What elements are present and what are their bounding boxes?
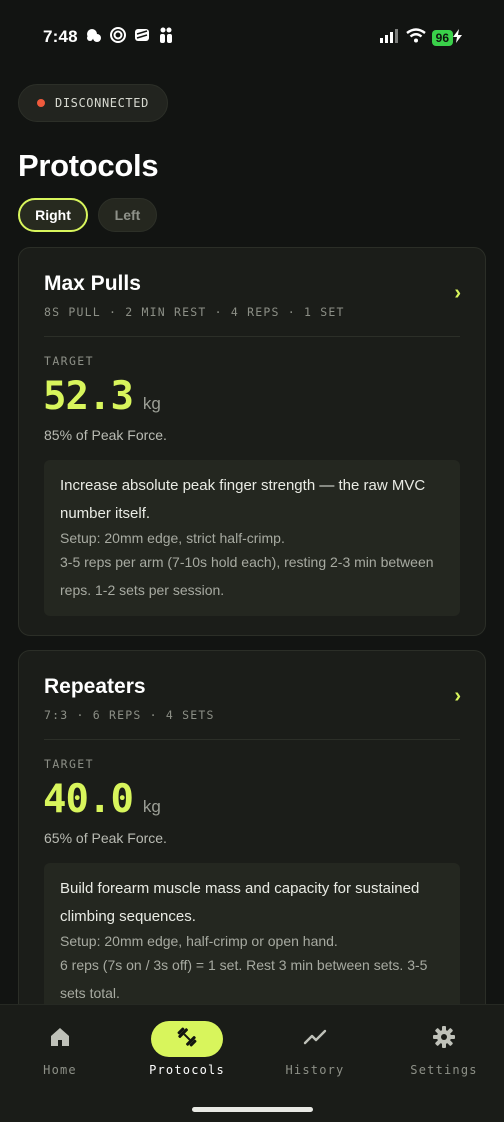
tab-protocols[interactable]: Protocols bbox=[137, 1021, 237, 1077]
trend-line-icon bbox=[303, 1027, 327, 1052]
protocol-description-box: Build forearm muscle mass and capacity f… bbox=[44, 863, 460, 1019]
divider bbox=[44, 739, 460, 740]
target-label: TARGET bbox=[44, 757, 94, 771]
dumbbell-icon bbox=[175, 1025, 199, 1054]
target-value: 52.3 bbox=[43, 374, 134, 419]
protocol-description: Increase absolute peak finger strength —… bbox=[60, 477, 426, 522]
target-row: 40.0 kg bbox=[43, 777, 161, 822]
target-unit: kg bbox=[142, 394, 161, 413]
protocol-card[interactable]: Max Pulls 8S PULL · 2 MIN REST · 4 REPS … bbox=[18, 247, 486, 636]
battery-level: 96 bbox=[431, 30, 453, 46]
tab-label: Home bbox=[43, 1063, 77, 1077]
side-option-left[interactable]: Left bbox=[98, 198, 157, 232]
target-unit: kg bbox=[142, 797, 161, 816]
gear-icon bbox=[432, 1025, 456, 1054]
bottom-tab-bar: Home Protocols History Settings bbox=[0, 1004, 504, 1122]
target-row: 52.3 kg bbox=[43, 374, 161, 419]
battery-indicator: 96 bbox=[431, 28, 462, 48]
tab-label: History bbox=[285, 1063, 345, 1077]
protocol-name: Repeaters bbox=[44, 675, 146, 698]
protocol-card[interactable]: Repeaters 7:3 · 6 REPS · 4 SETS › TARGET… bbox=[18, 650, 486, 1050]
status-time: 7:48 bbox=[43, 27, 78, 46]
tab-label: Settings bbox=[410, 1063, 478, 1077]
status-right: 96 bbox=[379, 28, 462, 48]
status-bar: 7:48 96 bbox=[0, 0, 504, 72]
target-value: 40.0 bbox=[43, 777, 134, 822]
target-percentage: 65% of Peak Force. bbox=[44, 830, 167, 846]
home-icon bbox=[49, 1026, 71, 1053]
status-dot-icon bbox=[37, 99, 45, 107]
charging-bolt-icon bbox=[453, 28, 462, 48]
chevron-right-icon[interactable]: › bbox=[454, 685, 461, 708]
target-percentage: 85% of Peak Force. bbox=[44, 427, 167, 443]
signal-icon bbox=[379, 28, 400, 48]
protocol-name: Max Pulls bbox=[44, 272, 141, 295]
hand-side-toggle: Right Left bbox=[18, 198, 157, 232]
chevron-right-icon[interactable]: › bbox=[454, 282, 461, 305]
protocol-description: Build forearm muscle mass and capacity f… bbox=[60, 880, 420, 925]
protocol-detail: 6 reps (7s on / 3s off) = 1 set. Rest 3 … bbox=[60, 957, 428, 1001]
protocol-detail: 3-5 reps per arm (7-10s hold each), rest… bbox=[60, 554, 434, 598]
connection-status-pill[interactable]: DISCONNECTED bbox=[18, 84, 168, 122]
moon-cloud-icon bbox=[85, 26, 103, 44]
people-icon bbox=[157, 26, 175, 44]
tab-home[interactable]: Home bbox=[10, 1021, 110, 1077]
connection-status-text: DISCONNECTED bbox=[55, 96, 149, 110]
stack-icon bbox=[133, 26, 151, 44]
side-option-right[interactable]: Right bbox=[18, 198, 88, 232]
protocol-description-box: Increase absolute peak finger strength —… bbox=[44, 460, 460, 616]
target-label: TARGET bbox=[44, 354, 94, 368]
page-title: Protocols bbox=[18, 148, 159, 183]
protocol-setup: Setup: 20mm edge, strict half-crimp. bbox=[60, 530, 285, 546]
protocol-meta: 8S PULL · 2 MIN REST · 4 REPS · 1 SET bbox=[44, 305, 345, 319]
tab-history[interactable]: History bbox=[265, 1021, 365, 1077]
tab-label: Protocols bbox=[149, 1063, 225, 1077]
wifi-icon bbox=[405, 28, 426, 48]
protocol-meta: 7:3 · 6 REPS · 4 SETS bbox=[44, 708, 215, 722]
home-indicator[interactable] bbox=[192, 1107, 313, 1112]
tab-settings[interactable]: Settings bbox=[394, 1021, 494, 1077]
status-notification-icons bbox=[85, 26, 175, 44]
target-ring-icon bbox=[109, 26, 127, 44]
divider bbox=[44, 336, 460, 337]
protocol-setup: Setup: 20mm edge, half-crimp or open han… bbox=[60, 933, 338, 949]
